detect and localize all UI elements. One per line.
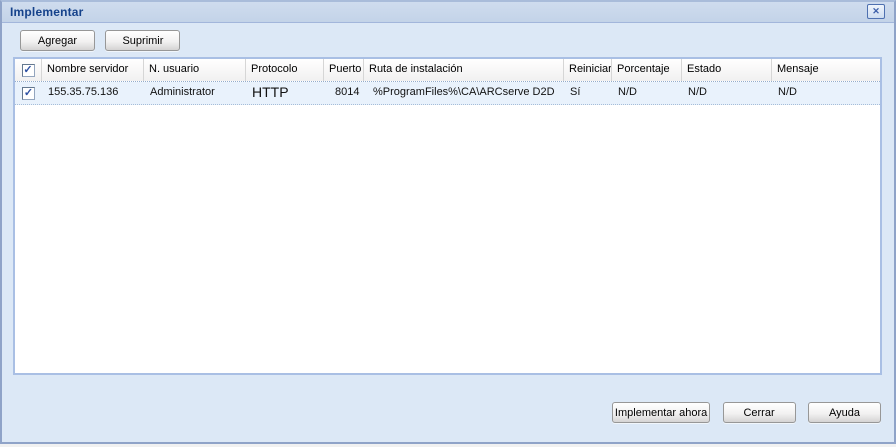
toolbar: Agregar Suprimir bbox=[2, 23, 894, 54]
row-checkbox-cell: ✓ bbox=[15, 82, 42, 104]
delete-button[interactable]: Suprimir bbox=[105, 30, 181, 51]
cell-server-name: 155.35.75.136 bbox=[48, 86, 119, 98]
column-header-restart[interactable]: Reiniciar bbox=[564, 59, 612, 81]
add-button[interactable]: Agregar bbox=[20, 30, 95, 51]
footer-button-bar: Implementar ahora Cerrar Ayuda bbox=[604, 402, 881, 423]
close-icon[interactable]: ✕ bbox=[867, 4, 885, 19]
column-header-percentage[interactable]: Porcentaje bbox=[612, 59, 682, 81]
dialog-title: Implementar bbox=[10, 5, 84, 19]
servers-table: ✓ Nombre servidor N. usuario Protocolo P… bbox=[13, 57, 882, 375]
row-checkbox[interactable]: ✓ bbox=[22, 86, 35, 100]
table-header-row: ✓ Nombre servidor N. usuario Protocolo P… bbox=[15, 59, 880, 82]
column-header-status[interactable]: Estado bbox=[682, 59, 772, 81]
column-header-install-path[interactable]: Ruta de instalación bbox=[364, 59, 564, 81]
cell-protocol: HTTP bbox=[252, 84, 289, 100]
select-all-checkbox[interactable]: ✓ bbox=[21, 63, 35, 77]
cell-username: Administrator bbox=[150, 86, 215, 98]
column-header-protocol[interactable]: Protocolo bbox=[246, 59, 324, 81]
column-header-message[interactable]: Mensaje bbox=[772, 59, 879, 81]
column-header-select-all[interactable]: ✓ bbox=[15, 59, 42, 81]
column-header-port[interactable]: Puerto bbox=[324, 59, 364, 81]
cell-status: N/D bbox=[688, 86, 707, 98]
deploy-dialog: Implementar ✕ Agregar Suprimir ✓ Nombre … bbox=[0, 0, 896, 444]
page-background: Implementar ✕ Agregar Suprimir ✓ Nombre … bbox=[0, 0, 896, 447]
close-button[interactable]: Cerrar bbox=[722, 402, 796, 423]
deploy-now-button[interactable]: Implementar ahora bbox=[612, 402, 711, 423]
column-header-username[interactable]: N. usuario bbox=[144, 59, 246, 81]
cell-restart: Sí bbox=[570, 86, 581, 98]
table-row[interactable]: ✓ 155.35.75.136 Administrator HTTP 8014 … bbox=[15, 82, 880, 105]
cell-port: 8014 bbox=[335, 86, 360, 98]
cell-percentage: N/D bbox=[618, 86, 637, 98]
help-button[interactable]: Ayuda bbox=[808, 402, 881, 423]
cell-message: N/D bbox=[778, 86, 797, 98]
dialog-titlebar[interactable]: Implementar ✕ bbox=[2, 2, 894, 23]
cell-install-path: %ProgramFiles%\CA\ARCserve D2D bbox=[373, 86, 555, 98]
column-header-server-name[interactable]: Nombre servidor bbox=[42, 59, 144, 81]
